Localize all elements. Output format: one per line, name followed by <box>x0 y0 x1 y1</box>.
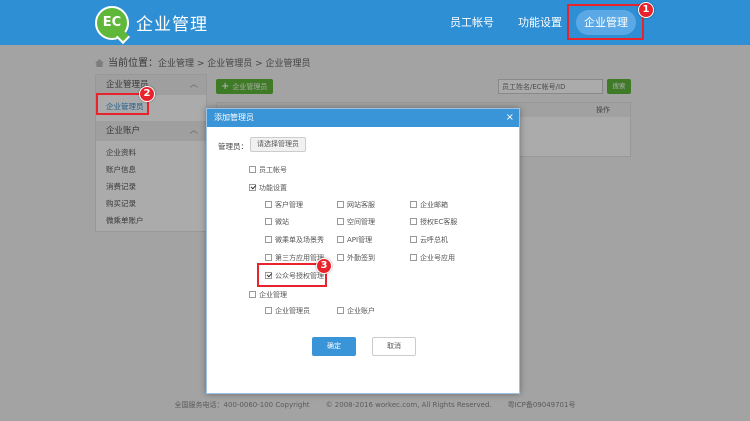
nav-function-settings[interactable]: 功能设置 <box>518 0 562 45</box>
checkbox-icon <box>337 218 344 225</box>
checkbox-staff-account[interactable]: 员工帐号 <box>249 165 287 175</box>
checkbox-enterprise-mail[interactable]: 企业邮箱 <box>410 200 448 210</box>
brand-title: 企业管理 <box>136 15 208 35</box>
checkbox-function-settings[interactable]: 功能设置 <box>249 183 287 193</box>
checkbox-label: 客户管理 <box>275 201 303 209</box>
checkbox-authorized-ec-service[interactable]: 授权EC客服 <box>410 217 457 227</box>
checkbox-label: 员工帐号 <box>259 166 287 174</box>
checkbox-icon <box>265 218 272 225</box>
checkbox-icon <box>410 254 417 261</box>
checkbox-icon <box>410 201 417 208</box>
checkbox-cloud-pbx[interactable]: 云呼总机 <box>410 235 448 245</box>
cancel-button[interactable]: 取消 <box>372 337 416 356</box>
checkbox-label: 企业邮箱 <box>420 201 448 209</box>
dialog-title-bar: 添加管理员 × <box>207 109 519 127</box>
checkbox-label: 功能设置 <box>259 184 287 192</box>
step-marker-1: 1 <box>638 2 654 18</box>
checkbox-field-checkin[interactable]: 外勤签到 <box>337 253 375 263</box>
checkbox-icon <box>249 166 256 173</box>
checkbox-icon <box>265 201 272 208</box>
checkbox-label: API管理 <box>347 236 373 244</box>
choose-admin-button[interactable]: 请选择管理员 <box>250 137 306 152</box>
checkbox-icon <box>410 218 417 225</box>
checkbox-label: 企业管理 <box>259 291 287 299</box>
checkbox-label: 企业账户 <box>347 307 375 315</box>
checkbox-enterprise-management[interactable]: 企业管理 <box>249 290 287 300</box>
checkbox-space-mgmt[interactable]: 空间管理 <box>337 217 375 227</box>
checkbox-label: 微乘单及场景秀 <box>275 236 324 244</box>
checkbox-checked-icon <box>249 184 256 191</box>
confirm-button[interactable]: 确定 <box>312 337 356 356</box>
checkbox-icon <box>265 254 272 261</box>
checkbox-icon <box>337 201 344 208</box>
nav-staff-account[interactable]: 员工帐号 <box>450 0 494 45</box>
checkbox-label: 空间管理 <box>347 218 375 226</box>
checkbox-icon <box>337 254 344 261</box>
checkbox-microsite[interactable]: 微站 <box>265 217 289 227</box>
checkbox-label: 微站 <box>275 218 289 226</box>
admin-label: 管理员： <box>218 142 248 151</box>
step-marker-2: 2 <box>139 86 155 102</box>
dialog-title: 添加管理员 <box>214 113 254 122</box>
checkbox-customer-mgmt[interactable]: 客户管理 <box>265 200 303 210</box>
step-marker-3: 3 <box>316 258 332 274</box>
checkbox-icon <box>265 307 272 314</box>
checkbox-label: 云呼总机 <box>420 236 448 244</box>
checkbox-enterprise-admin[interactable]: 企业管理员 <box>265 306 310 316</box>
checkbox-icon <box>410 236 417 243</box>
checkbox-third-party-apps[interactable]: 第三方应用管理 <box>265 253 324 263</box>
highlight-box-nav <box>567 4 644 40</box>
checkbox-label: 授权EC客服 <box>420 218 458 226</box>
checkbox-label: 企业号应用 <box>420 254 455 262</box>
checkbox-label: 网站客服 <box>347 201 375 209</box>
checkbox-enterprise-account[interactable]: 企业账户 <box>337 306 375 316</box>
checkbox-weichengdan-scene[interactable]: 微乘单及场景秀 <box>265 235 324 245</box>
checkbox-icon <box>265 236 272 243</box>
add-admin-dialog: 添加管理员 × 管理员： 请选择管理员 员工帐号 功能设置 客户管理 网站客服 … <box>206 108 520 394</box>
checkbox-icon <box>249 291 256 298</box>
checkbox-website-service[interactable]: 网站客服 <box>337 200 375 210</box>
checkbox-enterprise-apps[interactable]: 企业号应用 <box>410 253 455 263</box>
checkbox-icon <box>337 307 344 314</box>
checkbox-label: 企业管理员 <box>275 307 310 315</box>
checkbox-icon <box>337 236 344 243</box>
checkbox-label: 外勤签到 <box>347 254 375 262</box>
checkbox-api-mgmt[interactable]: API管理 <box>337 235 372 245</box>
close-icon[interactable]: × <box>506 109 514 127</box>
